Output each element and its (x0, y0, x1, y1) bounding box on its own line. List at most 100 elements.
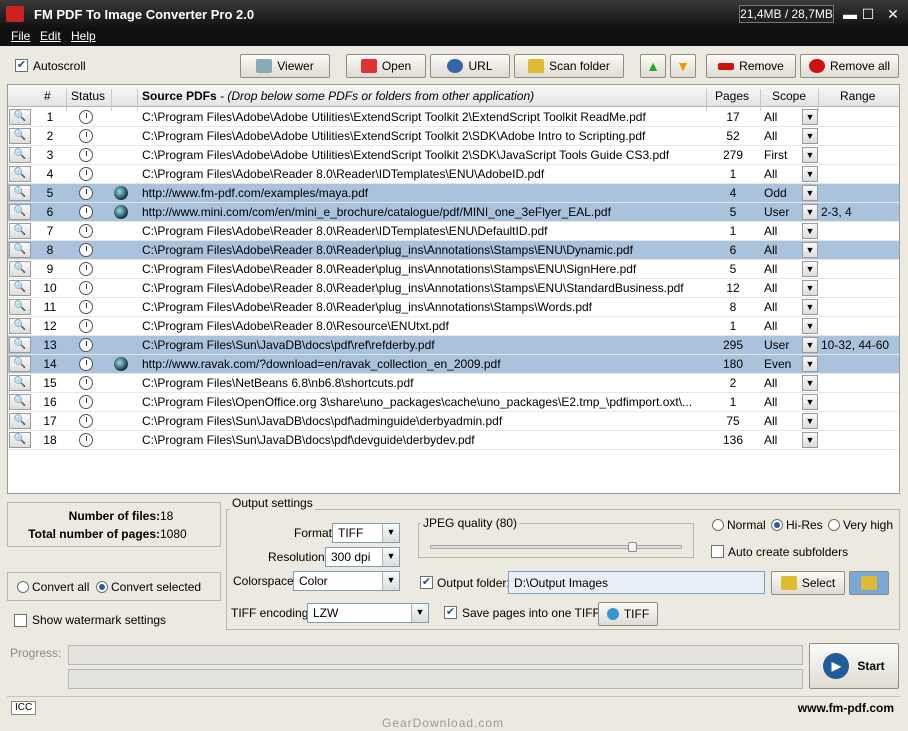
scope-select[interactable]: All ▼ (762, 166, 818, 183)
output-folder-checkbox[interactable]: ✔ (420, 576, 433, 589)
scope-select[interactable]: All ▼ (762, 432, 818, 449)
scope-select[interactable]: First ▼ (762, 147, 818, 164)
scope-select[interactable]: All ▼ (762, 318, 818, 335)
table-row[interactable]: 🔍 16 C:\Program Files\OpenOffice.org 3\sha… (8, 393, 899, 412)
source-path: C:\Program Files\NetBeans 6.8\nb6.8\shor… (142, 376, 414, 390)
preview-magnifier-icon[interactable]: 🔍 (9, 109, 31, 125)
scope-select[interactable]: All ▼ (762, 280, 818, 297)
output-folder-input[interactable]: D:\Output Images (508, 571, 765, 594)
preview-magnifier-icon[interactable]: 🔍 (9, 166, 31, 182)
auto-subfolders-checkbox[interactable] (711, 545, 724, 558)
preview-magnifier-icon[interactable]: 🔍 (9, 394, 31, 410)
table-row[interactable]: 🔍 15 C:\Program Files\NetBeans 6.8\nb6.8\s… (8, 374, 899, 393)
preview-magnifier-icon[interactable]: 🔍 (9, 128, 31, 144)
move-down-button[interactable]: ▼ (670, 54, 696, 78)
remove-all-button[interactable]: Remove all (800, 54, 899, 78)
start-button[interactable]: ▶ Start (809, 643, 899, 689)
select-folder-button[interactable]: Select (771, 571, 845, 595)
move-up-button[interactable]: ▲ (640, 54, 666, 78)
pdf-grid[interactable]: # Status Source PDFs - (Drop below some … (7, 84, 900, 494)
table-row[interactable]: 🔍 10 C:\Program Files\Adobe\Reader 8.0\Rea… (8, 279, 899, 298)
colorspace-select[interactable]: Color ▼ (293, 571, 400, 591)
maximize-button[interactable]: ☐ (860, 6, 876, 22)
open-button[interactable]: Open (346, 54, 426, 78)
preview-magnifier-icon[interactable]: 🔍 (9, 261, 31, 277)
scope-select[interactable]: Even ▼ (762, 356, 818, 373)
menu-edit[interactable]: Edit (40, 29, 61, 43)
preview-magnifier-icon[interactable]: 🔍 (9, 318, 31, 334)
preview-magnifier-icon[interactable]: 🔍 (9, 242, 31, 258)
table-row[interactable]: 🔍 17 C:\Program Files\Sun\JavaDB\docs\pdf\… (8, 412, 899, 431)
scope-select[interactable]: All ▼ (762, 375, 818, 392)
convert-selected-radio[interactable] (96, 581, 108, 593)
preview-magnifier-icon[interactable]: 🔍 (9, 280, 31, 296)
scan-folder-button[interactable]: Scan folder (514, 54, 624, 78)
preview-magnifier-icon[interactable]: 🔍 (9, 432, 31, 448)
chevron-down-icon: ▼ (802, 432, 818, 448)
page-count: 5 (729, 205, 737, 219)
page-range[interactable]: 2-3, 4 (821, 205, 852, 219)
table-row[interactable]: 🔍 4 C:\Program Files\Adobe\Reader 8.0\Read… (8, 165, 899, 184)
table-row[interactable]: 🔍 12 C:\Program Files\Adobe\Reader 8.0\Res… (8, 317, 899, 336)
quality-normal-radio[interactable] (712, 519, 724, 531)
preview-magnifier-icon[interactable]: 🔍 (9, 375, 31, 391)
row-number: 11 (43, 300, 57, 314)
table-row[interactable]: 🔍 18 C:\Program Files\Sun\JavaDB\docs\pdf\… (8, 431, 899, 450)
tiff-info-button[interactable]: TIFF (598, 602, 658, 626)
tiff-encoding-select[interactable]: LZW ▼ (307, 603, 429, 623)
page-count: 2 (729, 376, 737, 390)
viewer-button[interactable]: Viewer (240, 54, 330, 78)
preview-magnifier-icon[interactable]: 🔍 (9, 299, 31, 315)
url-button[interactable]: URL (430, 54, 510, 78)
scope-select[interactable]: All ▼ (762, 261, 818, 278)
menu-file[interactable]: File (11, 29, 30, 43)
watermark-checkbox[interactable] (14, 614, 27, 627)
table-row[interactable]: 🔍 6 http://www.mini.com/com/en/mini_e_broc… (8, 203, 899, 222)
preview-magnifier-icon[interactable]: 🔍 (9, 185, 31, 201)
jpeg-quality-slider[interactable] (628, 542, 637, 552)
minimize-button[interactable]: ▬ (842, 6, 858, 22)
preview-magnifier-icon[interactable]: 🔍 (9, 147, 31, 163)
resolution-value: 300 dpi (331, 550, 371, 564)
remove-button[interactable]: Remove (706, 54, 796, 78)
browse-output-button[interactable] (849, 571, 889, 595)
website-link[interactable]: www.fm-pdf.com (798, 701, 894, 715)
scope-select[interactable]: All ▼ (762, 242, 818, 259)
quality-hires-radio[interactable] (771, 519, 783, 531)
table-row[interactable]: 🔍 2 C:\Program Files\Adobe\Adobe Utilities… (8, 127, 899, 146)
quality-veryhigh-radio[interactable] (828, 519, 840, 531)
table-row[interactable]: 🔍 9 C:\Program Files\Adobe\Reader 8.0\Read… (8, 260, 899, 279)
preview-magnifier-icon[interactable]: 🔍 (9, 356, 31, 372)
close-button[interactable]: ✕ (885, 6, 901, 22)
scope-select[interactable]: All ▼ (762, 128, 818, 145)
scope-select[interactable]: All ▼ (762, 109, 818, 126)
preview-magnifier-icon[interactable]: 🔍 (9, 337, 31, 353)
preview-magnifier-icon[interactable]: 🔍 (9, 223, 31, 239)
chevron-down-icon: ▼ (802, 109, 818, 125)
table-row[interactable]: 🔍 13 C:\Program Files\Sun\JavaDB\docs\pdf\… (8, 336, 899, 355)
page-range[interactable]: 10-32, 44-60 (821, 338, 889, 352)
format-select[interactable]: TIFF ▼ (332, 523, 400, 543)
autoscroll-checkbox[interactable]: ✔ (15, 59, 28, 72)
table-row[interactable]: 🔍 14 http://www.ravak.com/?download=en/rav… (8, 355, 899, 374)
menu-help[interactable]: Help (71, 29, 96, 43)
scope-select[interactable]: All ▼ (762, 299, 818, 316)
table-row[interactable]: 🔍 1 C:\Program Files\Adobe\Adobe Utilities… (8, 108, 899, 127)
scope-select[interactable]: All ▼ (762, 394, 818, 411)
scope-select[interactable]: User ▼ (762, 204, 818, 221)
table-row[interactable]: 🔍 7 C:\Program Files\Adobe\Reader 8.0\Read… (8, 222, 899, 241)
table-row[interactable]: 🔍 5 http://www.fm-pdf.com/examples/maya.pd… (8, 184, 899, 203)
convert-all-radio[interactable] (17, 581, 29, 593)
scope-select[interactable]: All ▼ (762, 413, 818, 430)
table-row[interactable]: 🔍 11 C:\Program Files\Adobe\Reader 8.0\Rea… (8, 298, 899, 317)
preview-magnifier-icon[interactable]: 🔍 (9, 204, 31, 220)
scope-select[interactable]: User ▼ (762, 337, 818, 354)
scope-select[interactable]: All ▼ (762, 223, 818, 240)
table-row[interactable]: 🔍 8 C:\Program Files\Adobe\Reader 8.0\Read… (8, 241, 899, 260)
preview-magnifier-icon[interactable]: 🔍 (9, 413, 31, 429)
scope-select[interactable]: Odd ▼ (762, 185, 818, 202)
table-row[interactable]: 🔍 3 C:\Program Files\Adobe\Adobe Utilities… (8, 146, 899, 165)
resolution-select[interactable]: 300 dpi ▼ (325, 547, 400, 567)
header-source: Source PDFs - (Drop below some PDFs or f… (142, 89, 534, 103)
save-one-tiff-checkbox[interactable]: ✔ (444, 606, 457, 619)
